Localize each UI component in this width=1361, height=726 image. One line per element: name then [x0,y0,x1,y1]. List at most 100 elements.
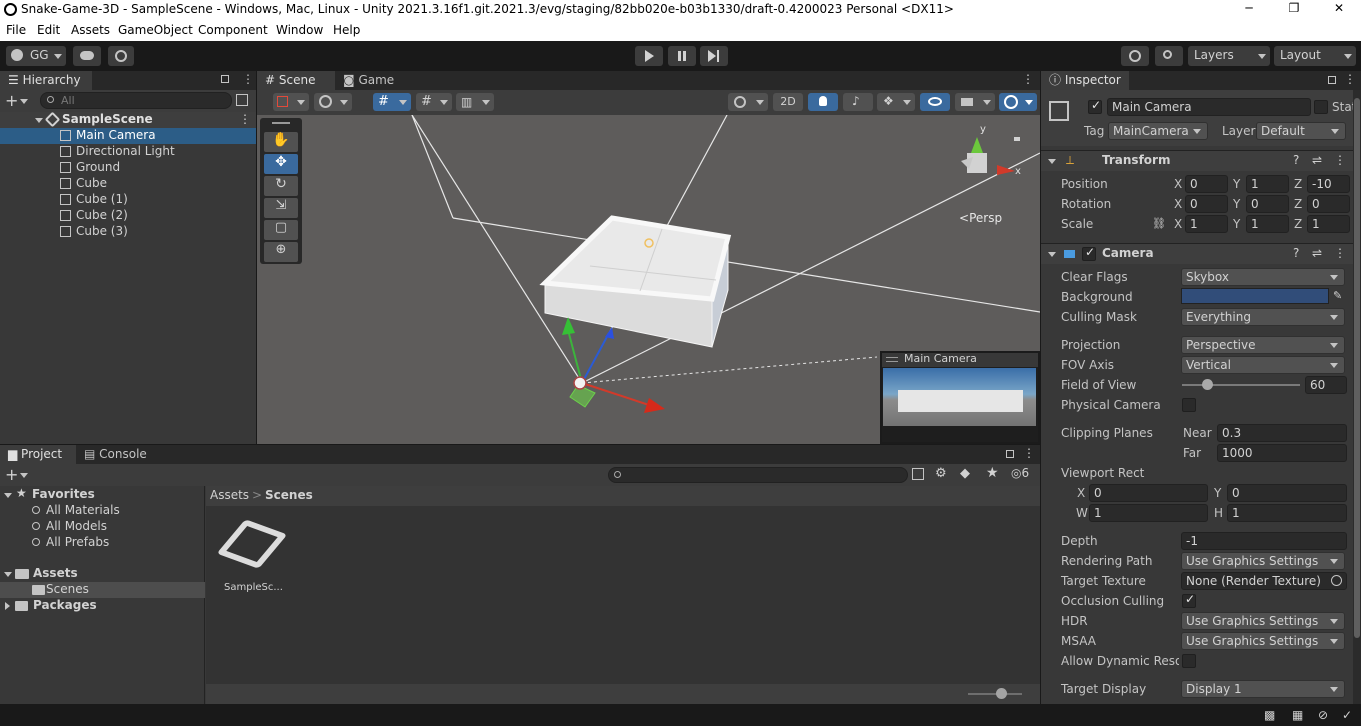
more-options-icon[interactable]: ⋮ [239,112,251,126]
help-icon[interactable]: ? [1293,246,1299,260]
breadcrumb-assets[interactable]: Assets [210,488,249,502]
ruler-button[interactable]: ▥ [456,93,494,111]
hdr-dropdown[interactable]: Use Graphics Settings [1181,612,1345,630]
breadcrumb-scenes[interactable]: Scenes [265,488,313,502]
tab-inspector[interactable]: ⓘ Inspector [1041,71,1129,90]
asset-tile[interactable]: SampleSc... [216,516,288,596]
tab-scene[interactable]: # Scene [257,71,335,90]
rotate-tool-button[interactable]: ↻ [264,176,298,196]
menu-help[interactable]: Help [333,23,360,37]
layer-dropdown[interactable]: Default [1256,122,1346,140]
search-by-type-icon[interactable] [912,468,924,480]
add-button[interactable]: + [5,465,18,484]
favorite-item[interactable]: All Materials [0,503,205,519]
occlusion-culling-checkbox[interactable] [1182,592,1196,608]
play-button[interactable] [635,46,663,66]
inspector-scrollbar[interactable] [1353,90,1361,704]
scale-z-field[interactable]: 1 [1307,215,1350,233]
list-item[interactable]: Cube (1) [0,192,256,208]
rotation-z-field[interactable]: 0 [1307,195,1350,213]
history-button[interactable] [1121,46,1149,66]
expand-icon[interactable] [4,493,12,498]
scene-viewport[interactable]: y x <Persp ✋ ✥ ↻ ⇲ ▢ ⊕ Main Camera [257,115,1040,444]
transform-header[interactable]: ⟂ Transform ? ⇌ ⋮ [1041,150,1353,171]
add-button[interactable]: + [5,91,18,110]
tab-console[interactable]: ▤ Console [76,445,158,464]
list-item[interactable]: Cube [0,176,256,192]
toggle-2d-button[interactable]: 2D [773,93,803,111]
filter-type-icon[interactable]: ⚙ [935,466,947,481]
fov-field[interactable]: 60 [1305,376,1347,394]
help-icon[interactable]: ? [1293,153,1299,167]
viewport-h-field[interactable]: 1 [1227,504,1347,522]
menu-window[interactable]: Window [276,23,323,37]
culling-mask-dropdown[interactable]: Everything [1181,308,1345,326]
lighting-toggle[interactable] [808,93,838,111]
gizmos-button[interactable] [999,93,1037,111]
lock-icon[interactable] [221,75,229,83]
collapse-icon[interactable] [1048,252,1056,257]
list-item[interactable]: Main Camera [0,128,256,144]
more-options-icon[interactable]: ⋮ [1023,446,1035,460]
scrollbar-thumb[interactable] [1354,98,1360,638]
rendering-path-dropdown[interactable]: Use Graphics Settings [1181,552,1345,570]
tab-hierarchy[interactable]: ☰ Hierarchy [0,71,92,90]
menu-file[interactable]: File [6,23,26,37]
layout-dropdown[interactable]: Layout [1274,46,1356,66]
transform-tool-button[interactable]: ⊕ [264,242,298,262]
camera-settings-button[interactable] [955,93,995,111]
rotation-x-field[interactable]: 0 [1185,195,1228,213]
scale-y-field[interactable]: 1 [1246,215,1289,233]
effects-button[interactable]: ❖ [877,93,915,111]
more-options-icon[interactable]: ⋮ [1022,72,1034,86]
more-options-icon[interactable]: ⋮ [1334,246,1346,260]
expand-icon[interactable] [4,572,12,577]
msaa-dropdown[interactable]: Use Graphics Settings [1181,632,1345,650]
list-item[interactable]: Cube (2) [0,208,256,224]
camera-enabled-checkbox[interactable] [1082,245,1096,261]
menu-gameobject[interactable]: GameObject [118,23,193,37]
scale-x-field[interactable]: 1 [1185,215,1228,233]
debug-icon[interactable]: ⊘ [1318,708,1328,722]
position-z-field[interactable]: -10 [1307,175,1350,193]
layers-dropdown[interactable]: Layers [1188,46,1270,66]
active-checkbox[interactable] [1088,98,1102,114]
rect-tool-button[interactable]: ▢ [264,220,298,240]
favorite-star-icon[interactable]: ★ [986,465,999,481]
more-options-icon[interactable]: ⋮ [1344,72,1356,86]
far-clip-field[interactable]: 1000 [1217,444,1347,462]
projection-dropdown[interactable]: Perspective [1181,336,1345,354]
maximize-button[interactable]: ❐ [1285,1,1303,15]
near-clip-field[interactable]: 0.3 [1217,424,1347,442]
fov-slider-track[interactable] [1182,384,1300,386]
lock-icon[interactable] [1328,76,1336,84]
projection-toggle[interactable]: <Persp [959,211,1002,225]
tab-game[interactable]: ◙ Game [335,71,405,90]
collapse-icon[interactable] [1048,159,1056,164]
progress-icon[interactable]: ▩ [1264,708,1275,722]
scene-row[interactable]: SampleScene ⋮ [0,111,256,128]
presets-icon[interactable]: ⇌ [1312,153,1322,167]
icon-size-slider[interactable] [968,693,1022,695]
viewport-y-field[interactable]: 0 [1227,484,1347,502]
cloud-button[interactable] [73,46,101,66]
depth-field[interactable]: -1 [1181,532,1347,550]
account-dropdown[interactable]: GG [6,46,66,66]
background-color-field[interactable] [1181,288,1329,304]
check-icon[interactable]: ✓ [1342,708,1352,722]
expand-icon[interactable] [35,118,43,123]
hidden-objects-toggle[interactable] [920,93,950,111]
position-x-field[interactable]: 0 [1185,175,1228,193]
collab-button[interactable] [108,46,134,66]
clear-flags-dropdown[interactable]: Skybox [1181,268,1345,286]
target-display-dropdown[interactable]: Display 1 [1181,680,1345,698]
project-search-input[interactable] [608,467,908,483]
icon-size-thumb[interactable] [996,688,1007,699]
move-tool-button[interactable]: ✥ [264,154,298,174]
audio-toggle[interactable]: ♪ [843,93,873,111]
packages-row[interactable]: Packages [0,598,205,614]
tab-project[interactable]: ▆ Project [0,445,76,464]
favorite-item[interactable]: All Models [0,519,205,535]
position-y-field[interactable]: 1 [1246,175,1289,193]
lock-icon[interactable] [1006,450,1014,458]
